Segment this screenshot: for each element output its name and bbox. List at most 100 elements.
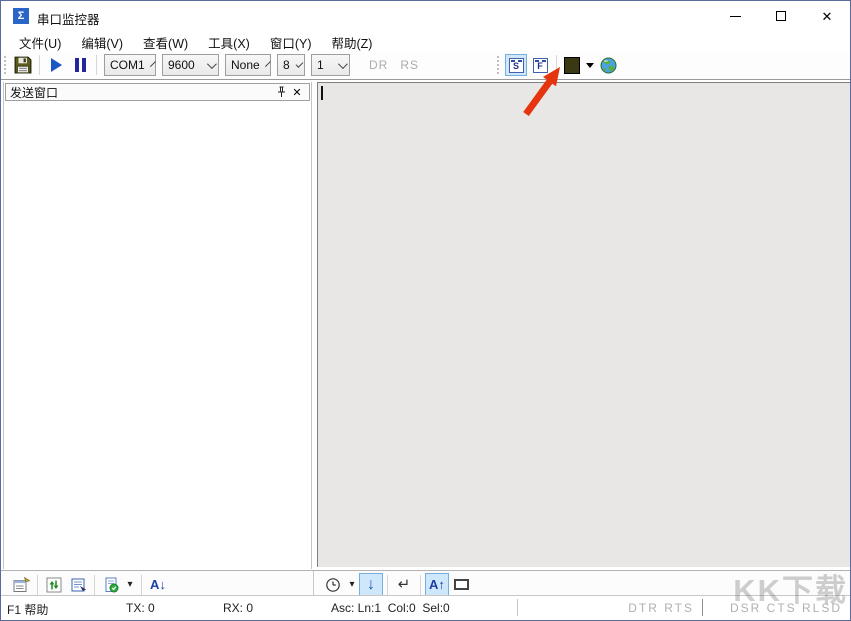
toolbar-grip[interactable] bbox=[497, 56, 500, 74]
baud-rate-select[interactable]: 9600 bbox=[162, 54, 219, 76]
edit-send-list-button[interactable] bbox=[66, 573, 90, 597]
status-dtr-rts: DTR RTS bbox=[628, 601, 694, 615]
start-monitor-button[interactable] bbox=[44, 53, 68, 77]
com-port-value: COM1 bbox=[110, 58, 145, 72]
close-icon: ✕ bbox=[292, 86, 301, 99]
sort-az-icon: A↓ bbox=[150, 577, 166, 592]
send-window-header[interactable]: 发送窗口 ✕ bbox=[5, 83, 310, 101]
menu-edit[interactable]: 编辑(V) bbox=[71, 31, 133, 51]
status-divider bbox=[702, 599, 703, 616]
newline-mode-button[interactable]: ↵ bbox=[392, 573, 416, 597]
resize-grip[interactable] bbox=[844, 614, 848, 618]
status-rx-count: RX: 0 bbox=[223, 601, 253, 615]
sort-send-list-button[interactable]: A↓ bbox=[146, 573, 170, 597]
minimize-button[interactable] bbox=[712, 1, 758, 31]
repeat-send-icon bbox=[46, 577, 62, 593]
baud-rate-value: 9600 bbox=[168, 58, 195, 72]
autoscroll-button[interactable]: ↓ bbox=[359, 573, 383, 597]
pin-panel-button[interactable] bbox=[273, 85, 289, 99]
maximize-icon bbox=[776, 11, 786, 21]
dropdown-arrow-icon: ▾ bbox=[127, 579, 132, 590]
filter-window-icon: F bbox=[533, 58, 548, 73]
timestamp-dropdown-button[interactable]: ▾ bbox=[345, 573, 359, 597]
chevron-down-icon bbox=[338, 59, 348, 69]
send-window-title: 发送窗口 bbox=[10, 84, 273, 101]
title-bar: Σ 串口监控器 ✕ bbox=[1, 1, 850, 31]
font-size-button[interactable]: A↑ bbox=[425, 573, 449, 597]
send-panel-toolbar: ▾ A↓ bbox=[1, 571, 314, 598]
menu-file[interactable]: 文件(U) bbox=[9, 31, 71, 51]
down-arrow-icon: ↓ bbox=[367, 577, 375, 593]
clock-icon bbox=[325, 577, 341, 593]
send-window-toggle-button[interactable]: S bbox=[505, 54, 527, 76]
app-icon: Σ bbox=[13, 8, 29, 24]
send-window-icon: S bbox=[509, 58, 524, 73]
menu-help[interactable]: 帮助(Z) bbox=[322, 31, 383, 51]
color-swatch-icon bbox=[564, 57, 580, 74]
word-wrap-button[interactable] bbox=[449, 573, 473, 597]
chevron-down-icon bbox=[295, 60, 303, 68]
return-icon: ↵ bbox=[398, 577, 411, 592]
play-icon bbox=[51, 58, 62, 72]
text-caret bbox=[321, 86, 323, 100]
send-window-panel: 发送窗口 ✕ bbox=[3, 82, 312, 569]
close-icon: ✕ bbox=[822, 10, 833, 23]
send-properties-button[interactable] bbox=[9, 573, 33, 597]
menu-tools[interactable]: 工具(X) bbox=[198, 31, 260, 51]
edit-list-icon bbox=[70, 577, 87, 593]
minimize-icon bbox=[730, 16, 741, 17]
status-tx-count: TX: 0 bbox=[126, 601, 155, 615]
modem-indicators: DR RS bbox=[369, 58, 419, 72]
timestamp-button[interactable] bbox=[321, 573, 345, 597]
dr-indicator: DR bbox=[369, 58, 388, 72]
save-button[interactable] bbox=[11, 53, 35, 77]
document-check-icon bbox=[103, 577, 119, 593]
pause-monitor-button[interactable] bbox=[68, 53, 92, 77]
chevron-down-icon bbox=[207, 59, 217, 69]
send-input-area[interactable] bbox=[5, 103, 310, 569]
status-help: F1 帮助 bbox=[7, 601, 48, 618]
monitor-toolbar: ▾ ↓ ↵ A↑ bbox=[315, 571, 850, 598]
close-panel-button[interactable]: ✕ bbox=[289, 85, 305, 99]
menu-view[interactable]: 查看(W) bbox=[133, 31, 198, 51]
status-caret-position: Asc: Ln:1 Col:0 Sel:0 bbox=[331, 601, 450, 615]
com-port-select[interactable]: COM1 bbox=[104, 54, 156, 76]
send-file-dropdown-button[interactable]: ▾ bbox=[123, 573, 137, 597]
app-window: Σ 串口监控器 ✕ 文件(U) 编辑(V) 查看(W) 工具(X) 窗口(Y) … bbox=[0, 0, 851, 621]
dropdown-arrow-icon: ▾ bbox=[349, 579, 354, 590]
font-up-icon: A↑ bbox=[429, 577, 445, 592]
save-floppy-icon bbox=[14, 56, 32, 74]
frame-icon bbox=[454, 579, 469, 590]
main-toolbar: COM1 9600 None 8 1 DR RS S F bbox=[1, 51, 850, 79]
text-color-dropdown-button[interactable] bbox=[583, 54, 596, 76]
resend-loop-button[interactable] bbox=[42, 573, 66, 597]
status-divider bbox=[517, 599, 518, 616]
bottom-toolbar-row: ▾ A↓ ▾ ↓ bbox=[1, 570, 850, 598]
text-color-button[interactable] bbox=[561, 54, 583, 76]
window-title: 串口监控器 bbox=[37, 9, 100, 28]
client-area: 发送窗口 ✕ bbox=[1, 79, 850, 597]
rs-indicator: RS bbox=[400, 58, 419, 72]
stop-bits-value: 1 bbox=[317, 58, 324, 72]
pause-icon bbox=[75, 58, 86, 72]
chevron-down-icon bbox=[265, 61, 271, 67]
maximize-button[interactable] bbox=[758, 1, 804, 31]
parity-select[interactable]: None bbox=[225, 54, 271, 76]
status-dsr-cts-rlsd: DSR CTS RLSD bbox=[730, 601, 842, 615]
properties-icon bbox=[13, 577, 30, 593]
filter-window-toggle-button[interactable]: F bbox=[529, 54, 551, 76]
monitor-output-area[interactable] bbox=[317, 82, 850, 567]
dropdown-arrow-icon bbox=[586, 63, 594, 68]
data-bits-select[interactable]: 8 bbox=[277, 54, 305, 76]
toolbar-grip[interactable] bbox=[4, 56, 7, 74]
parity-value: None bbox=[231, 58, 260, 72]
pin-icon bbox=[276, 86, 287, 98]
data-bits-value: 8 bbox=[283, 58, 290, 72]
stop-bits-select[interactable]: 1 bbox=[311, 54, 350, 76]
globe-icon bbox=[600, 57, 617, 74]
website-button[interactable] bbox=[596, 53, 620, 77]
menu-bar: 文件(U) 编辑(V) 查看(W) 工具(X) 窗口(Y) 帮助(Z) bbox=[1, 31, 850, 51]
send-file-button[interactable] bbox=[99, 573, 123, 597]
menu-window[interactable]: 窗口(Y) bbox=[260, 31, 322, 51]
close-button[interactable]: ✕ bbox=[804, 1, 850, 31]
